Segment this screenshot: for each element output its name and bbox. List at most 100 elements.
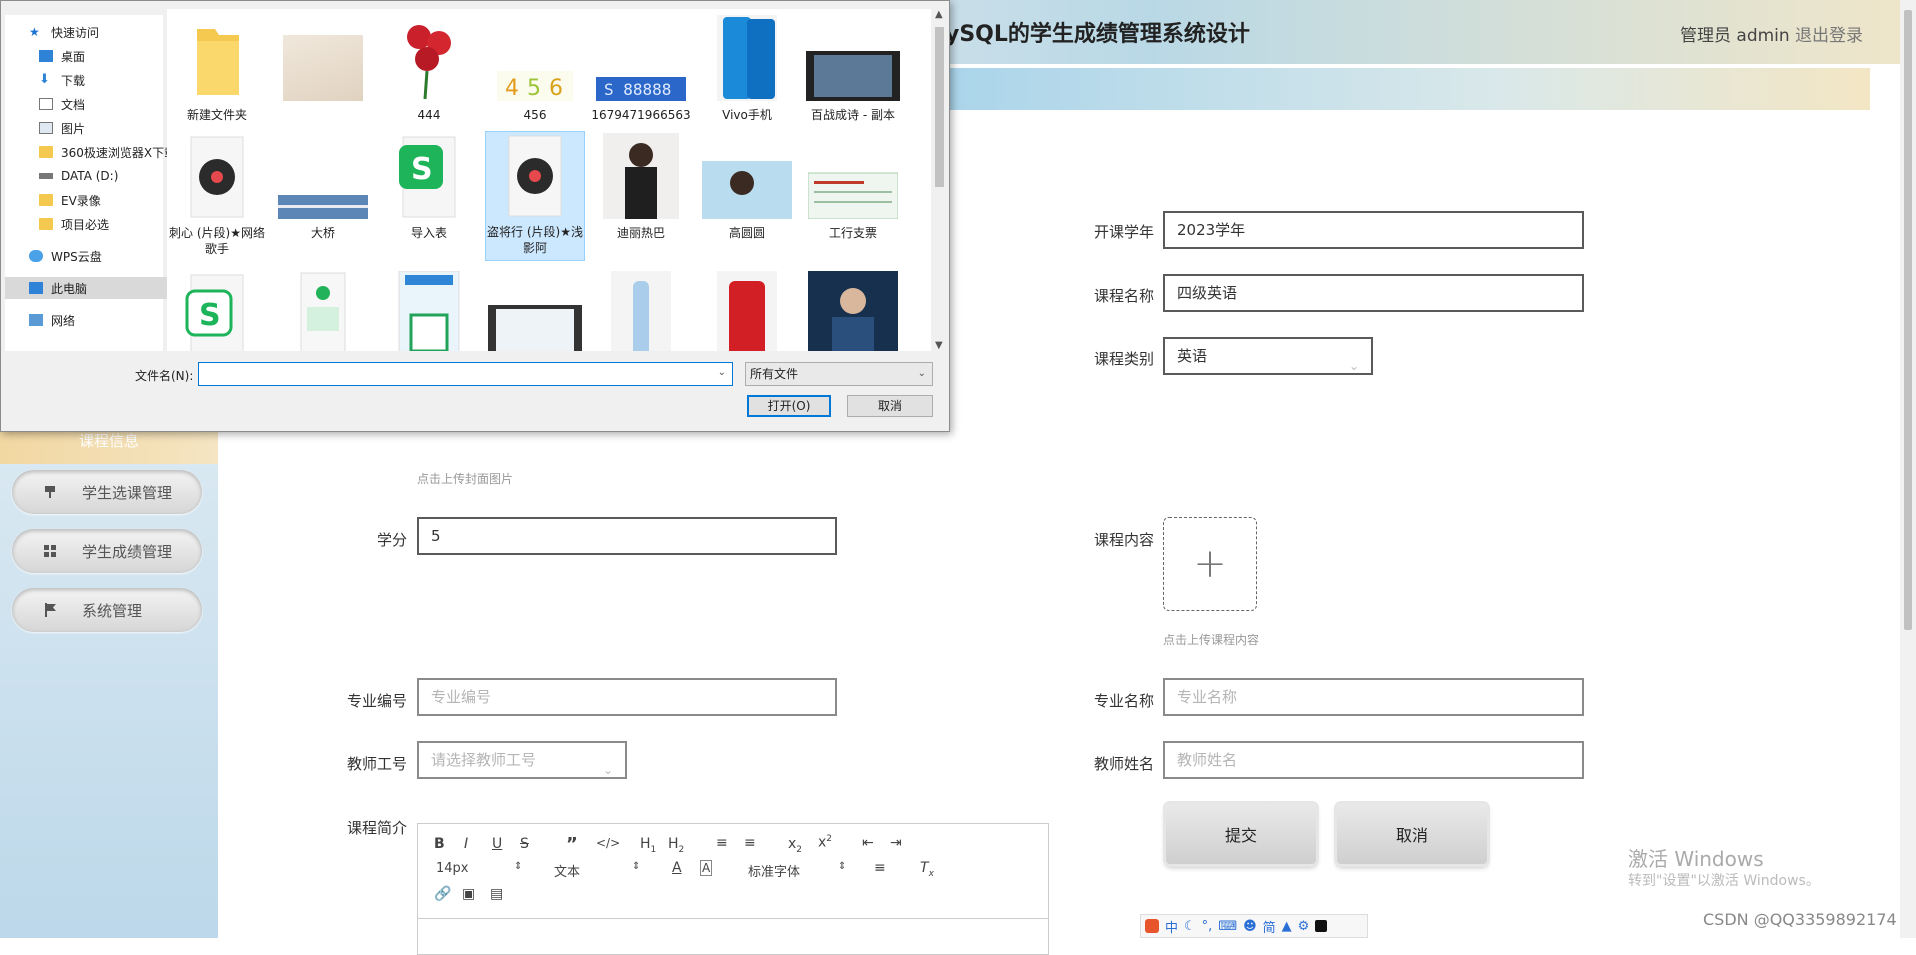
nav-network[interactable]: 网络	[5, 309, 187, 331]
outdent-icon[interactable]: ⇤	[862, 835, 874, 851]
bullet-list-icon[interactable]: ≡	[744, 835, 756, 851]
skin-icon[interactable]: ▲	[1282, 919, 1292, 934]
file-item-video[interactable]: 百战成诗 - 副本	[803, 15, 903, 123]
video-icon[interactable]: ▤	[490, 886, 503, 902]
chevron-up-icon[interactable]: ▲	[935, 9, 943, 20]
user-icon[interactable]: ☻	[1243, 919, 1257, 934]
dialog-scrollbar-thumb[interactable]	[935, 27, 944, 187]
course-name-input[interactable]: 四级英语	[1163, 274, 1584, 312]
sidebar-item-system-management[interactable]: 系统管理	[12, 588, 202, 632]
bold-icon[interactable]: B	[434, 836, 445, 852]
file-item-image[interactable]: 迪丽热巴	[591, 133, 691, 241]
file-item-image[interactable]: 8	[273, 15, 373, 101]
ime-toolbar[interactable]: 中 ☾ °, ⌨ ☻ 简 ▲ ⚙	[1140, 914, 1368, 938]
file-item-image[interactable]: 444	[379, 15, 479, 123]
nav-wps-cloud[interactable]: WPS云盘	[5, 245, 187, 267]
file-item-image[interactable]	[697, 271, 797, 351]
sub-header-bar	[930, 68, 1870, 110]
cancel-button[interactable]: 取消	[1337, 804, 1487, 864]
cover-upload-hint[interactable]: 点击上传封面图片	[417, 470, 513, 487]
background-color-icon[interactable]: A	[700, 860, 713, 876]
file-item-video[interactable]	[485, 271, 585, 351]
dialog-cancel-button[interactable]: 取消	[847, 395, 933, 417]
ordered-list-icon[interactable]: ≡	[716, 835, 728, 851]
content-upload-box[interactable]: +	[1163, 517, 1257, 611]
nav-quick-access[interactable]: ★ 快速访问	[5, 21, 187, 43]
teacher-no-select[interactable]: 请选择教师工号 ⌄	[417, 741, 627, 779]
open-button[interactable]: 打开(O)	[747, 395, 831, 417]
credit-input[interactable]: 5	[417, 517, 837, 555]
code-icon[interactable]: </>	[596, 836, 620, 850]
course-content-label: 课程内容	[1093, 531, 1154, 549]
file-item-wps[interactable]: S	[167, 271, 267, 351]
svg-text:S: S	[199, 298, 221, 333]
superscript-icon[interactable]: x2	[818, 834, 832, 851]
nav-this-pc[interactable]: 此电脑	[5, 277, 187, 299]
logout-link[interactable]: 退出登录	[1795, 21, 1863, 46]
folder-icon	[39, 194, 53, 206]
submit-button[interactable]: 提交	[1166, 804, 1316, 864]
content-upload-hint[interactable]: 点击上传课程内容	[1163, 631, 1259, 648]
file-item-image[interactable]	[591, 271, 691, 351]
punctuation-icon[interactable]: °,	[1202, 919, 1213, 934]
image-thumbnail-icon	[283, 35, 363, 101]
font-color-icon[interactable]: A	[672, 860, 682, 876]
teacher-name-input[interactable]: 教师姓名	[1163, 741, 1584, 779]
paragraph-select[interactable]: 文本	[554, 861, 580, 880]
teacher-no-label: 教师工号	[346, 755, 407, 773]
file-item-image[interactable]: 大桥	[273, 133, 373, 241]
file-item-audio[interactable]: 刺心 (片段)★网络歌手	[167, 133, 267, 257]
chevron-down-icon[interactable]: ⌄	[718, 367, 726, 378]
file-item-image[interactable]	[273, 271, 373, 351]
indent-icon[interactable]: ⇥	[890, 835, 902, 851]
sidebar-item-grade-management[interactable]: 学生成绩管理	[12, 529, 202, 573]
strikethrough-icon[interactable]: S	[520, 836, 529, 852]
file-item-image[interactable]: 工行支票	[803, 133, 903, 241]
term-input[interactable]: 2023学年	[1163, 211, 1584, 249]
major-name-label: 专业名称	[1093, 692, 1154, 710]
rich-text-editor[interactable]: B I U S ” </> H1 H2 ≡ ≡ x2 x2 ⇤ ⇥ 14px ⇕…	[417, 823, 1049, 955]
folder-icon	[39, 218, 53, 230]
cloud-icon	[29, 250, 43, 262]
plus-icon: +	[1193, 541, 1227, 587]
clear-format-icon[interactable]: Tx	[920, 860, 934, 879]
file-item-folder[interactable]: 新建文件夹	[167, 15, 267, 123]
course-type-select[interactable]: 英语 ⌄	[1163, 337, 1373, 375]
heading2-icon[interactable]: H2	[668, 836, 684, 855]
align-icon[interactable]: ≡	[874, 860, 886, 876]
roses-image-icon	[389, 15, 469, 101]
italic-icon[interactable]: I	[464, 836, 468, 852]
file-item-image[interactable]: 高圆圆	[697, 133, 797, 241]
tiktok-icon[interactable]	[1315, 920, 1328, 932]
filename-input[interactable]: ⌄	[198, 362, 733, 386]
major-no-input[interactable]: 专业编号	[417, 678, 837, 716]
ime-simplified-label[interactable]: 简	[1263, 917, 1276, 936]
blockquote-icon[interactable]: ”	[566, 834, 578, 855]
link-icon[interactable]: 🔗	[434, 886, 451, 902]
page-scrollbar-thumb[interactable]	[1904, 10, 1912, 630]
teacher-name-label: 教师姓名	[1093, 755, 1154, 773]
chevron-down-icon[interactable]: ▼	[935, 340, 943, 351]
heading1-icon[interactable]: H1	[640, 836, 656, 855]
font-size-select[interactable]: 14px	[436, 861, 469, 876]
image-icon[interactable]: ▣	[462, 886, 475, 902]
chevron-down-icon: ⌄	[602, 763, 613, 777]
ime-mode-label[interactable]: 中	[1165, 917, 1178, 936]
file-item-audio-selected[interactable]: 盗将行 (片段)★浅影阿	[485, 131, 585, 261]
filetype-select[interactable]: 所有文件 ⌄	[745, 362, 933, 386]
portrait-image-icon	[808, 271, 898, 351]
underline-icon[interactable]: U	[492, 836, 502, 852]
major-name-input[interactable]: 专业名称	[1163, 678, 1584, 716]
keyboard-icon[interactable]: ⌨	[1218, 919, 1237, 934]
file-item-image[interactable]	[379, 270, 479, 351]
file-item-wps[interactable]: S 导入表	[379, 133, 479, 241]
file-item-image[interactable]: 456 456	[485, 15, 585, 123]
settings-icon[interactable]: ⚙	[1298, 919, 1310, 934]
font-family-select[interactable]: 标准字体	[748, 861, 800, 880]
file-item-image[interactable]: S 88888 1679471966563	[591, 15, 691, 123]
file-item-image[interactable]	[803, 271, 903, 351]
sidebar-item-course-selection[interactable]: 学生选课管理	[12, 470, 202, 514]
moon-icon[interactable]: ☾	[1184, 919, 1196, 934]
subscript-icon[interactable]: x2	[788, 836, 802, 855]
file-item-image[interactable]: Vivo手机	[697, 15, 797, 123]
